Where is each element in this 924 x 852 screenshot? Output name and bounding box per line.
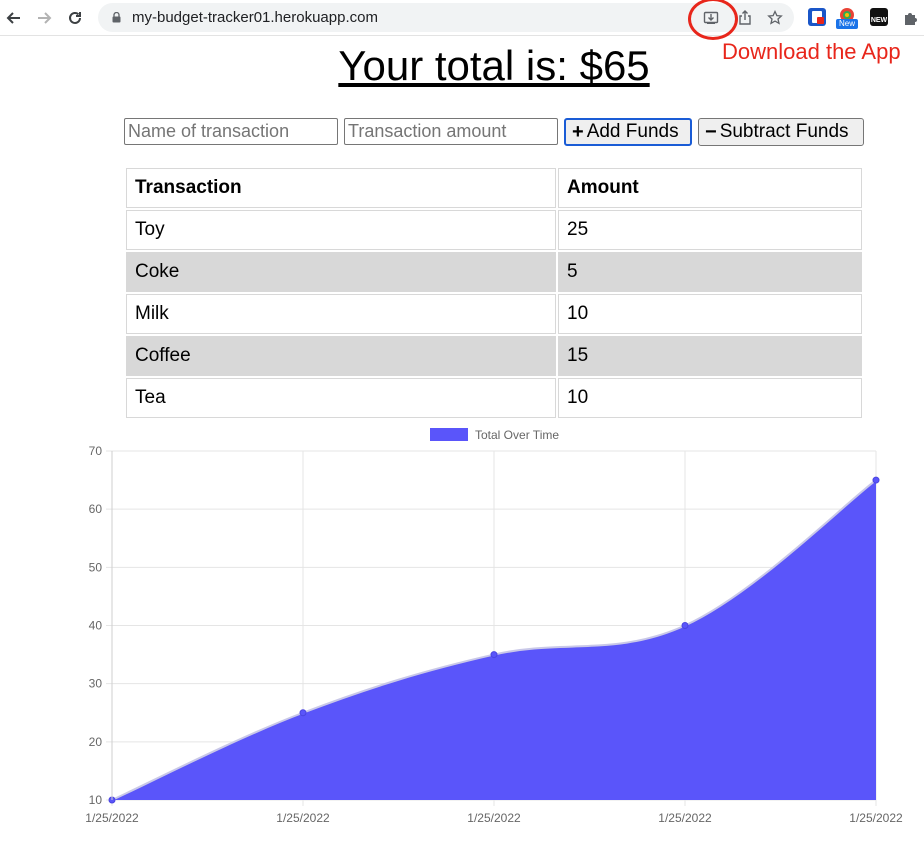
transaction-amount-input[interactable] xyxy=(344,118,558,145)
extension-icon[interactable]: New xyxy=(836,8,858,29)
minus-icon: − xyxy=(705,120,717,143)
total-over-time-chart: 10 20 30 40 50 60 70 1/25/2022 1/25/2022 1/25/202… xyxy=(85,428,903,825)
table-row: Toy 25 xyxy=(126,210,862,250)
extension-icon[interactable]: NEW xyxy=(870,8,888,26)
transactions-table: Transaction Amount Toy 25 Coke 5 Milk 10… xyxy=(124,166,864,420)
transaction-name-cell: Toy xyxy=(126,210,556,250)
table-header-row: Transaction Amount xyxy=(126,168,862,208)
x-tick-label: 1/25/2022 xyxy=(849,811,903,825)
transaction-name-cell: Tea xyxy=(126,378,556,418)
transaction-amount-cell: 10 xyxy=(558,378,862,418)
bookmark-star-icon[interactable] xyxy=(764,7,786,29)
table-row: Coke 5 xyxy=(126,252,862,292)
transaction-name-input[interactable] xyxy=(124,118,338,145)
data-point xyxy=(681,622,689,629)
x-tick-label: 1/25/2022 xyxy=(85,811,139,825)
y-tick-label: 40 xyxy=(89,619,103,633)
y-tick-label: 10 xyxy=(89,793,103,807)
legend-label: Total Over Time xyxy=(475,428,559,442)
legend-swatch xyxy=(430,428,468,441)
new-badge: New xyxy=(836,19,858,29)
transaction-amount-cell: 15 xyxy=(558,336,862,376)
reload-icon[interactable] xyxy=(63,6,87,30)
browser-toolbar: my-budget-tracker01.herokuapp.com New NE… xyxy=(0,0,924,40)
x-tick-label: 1/25/2022 xyxy=(658,811,712,825)
transaction-name-cell: Coke xyxy=(126,252,556,292)
puzzle-icon[interactable] xyxy=(898,6,922,30)
table-row: Coffee 15 xyxy=(126,336,862,376)
column-header-transaction: Transaction xyxy=(126,168,556,208)
data-point xyxy=(299,709,307,717)
forward-icon[interactable] xyxy=(32,6,56,30)
lock-icon xyxy=(112,12,121,23)
transaction-name-cell: Milk xyxy=(126,294,556,334)
y-tick-label: 20 xyxy=(89,735,103,749)
new-badge: NEW xyxy=(870,17,888,24)
y-tick-label: 60 xyxy=(89,502,103,516)
transaction-amount-cell: 5 xyxy=(558,252,862,292)
extension-icon[interactable] xyxy=(808,8,826,26)
table-row: Milk 10 xyxy=(126,294,862,334)
total-heading: Your total is: $65 xyxy=(338,42,650,89)
x-tick-label: 1/25/2022 xyxy=(276,811,330,825)
y-tick-label: 30 xyxy=(89,677,103,691)
data-point xyxy=(490,651,498,659)
transaction-name-cell: Coffee xyxy=(126,336,556,376)
highlight-circle xyxy=(688,0,738,40)
url-text: my-budget-tracker01.herokuapp.com xyxy=(132,9,378,26)
transaction-amount-cell: 25 xyxy=(558,210,862,250)
add-funds-button[interactable]: + Add Funds xyxy=(564,118,692,146)
table-row: Tea 10 xyxy=(126,378,862,418)
back-icon[interactable] xyxy=(2,6,26,30)
data-point xyxy=(872,476,880,484)
column-header-amount: Amount xyxy=(558,168,862,208)
subtract-funds-label: Subtract Funds xyxy=(719,121,849,142)
transaction-amount-cell: 10 xyxy=(558,294,862,334)
x-tick-label: 1/25/2022 xyxy=(467,811,521,825)
plus-icon: + xyxy=(572,120,584,143)
add-funds-label: Add Funds xyxy=(586,121,679,142)
y-tick-label: 70 xyxy=(89,444,103,458)
y-tick-label: 50 xyxy=(89,560,103,574)
subtract-funds-button[interactable]: − Subtract Funds xyxy=(698,118,864,146)
